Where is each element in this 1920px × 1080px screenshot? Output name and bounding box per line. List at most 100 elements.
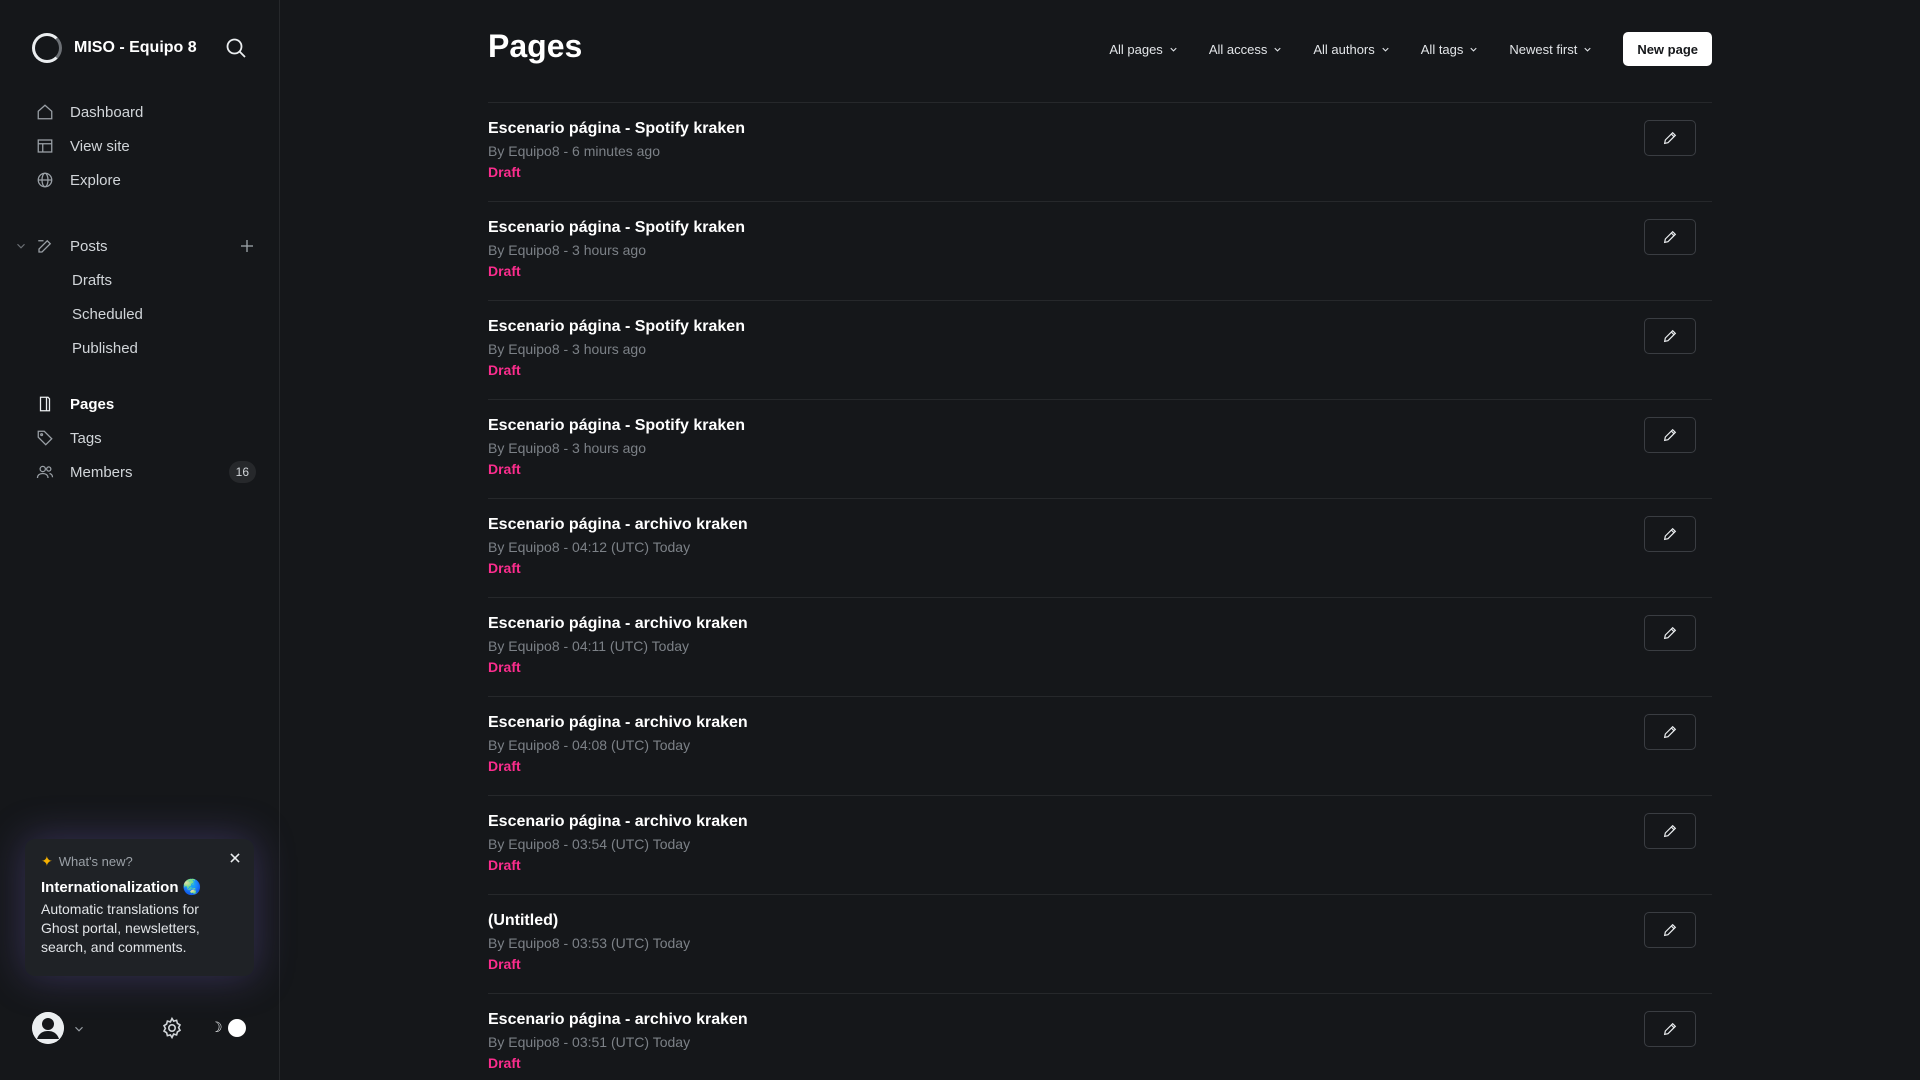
whats-new-title: Internationalization 🌏 [41, 879, 202, 896]
nav-label: Dashboard [70, 103, 144, 121]
nav-item-drafts[interactable]: Drafts [36, 263, 256, 297]
search-icon[interactable] [224, 36, 248, 60]
list-item[interactable]: Escenario página - Spotify kraken By Equ… [488, 301, 1712, 400]
pencil-icon [1663, 626, 1677, 640]
gear-icon[interactable] [160, 1016, 184, 1040]
nav-item-tags[interactable]: Tags [36, 421, 256, 455]
nav-label: Tags [70, 429, 102, 447]
page-meta: By Equipo8 - 3 hours ago [488, 341, 646, 357]
list-item[interactable]: Escenario página - Spotify kraken By Equ… [488, 202, 1712, 301]
edit-button[interactable] [1644, 219, 1696, 255]
page-icon [36, 395, 54, 413]
page-meta: By Equipo8 - 03:54 (UTC) Today [488, 836, 691, 852]
edit-button[interactable] [1644, 615, 1696, 651]
nav-label: Members [70, 463, 133, 481]
nav-label: View site [70, 137, 130, 155]
page-meta: By Equipo8 - 6 minutes ago [488, 143, 660, 159]
status-badge: Draft [488, 758, 521, 774]
main-nav: Dashboard View site Explore [36, 95, 256, 197]
pencil-icon [1663, 725, 1677, 739]
chevron-down-icon[interactable] [72, 1022, 86, 1036]
pencil-icon [1663, 824, 1677, 838]
theme-toggle[interactable]: ☽ [204, 1017, 248, 1039]
list-item[interactable]: Escenario página - Spotify kraken By Equ… [488, 400, 1712, 499]
filter-pages[interactable]: All pages [1109, 42, 1178, 57]
sparkle-icon: ✦ [41, 853, 53, 869]
edit-icon [36, 237, 54, 255]
pencil-icon [1663, 1022, 1677, 1036]
chevron-down-icon [1584, 47, 1591, 52]
content-nav: Posts Drafts Scheduled Published [17, 229, 256, 365]
edit-button[interactable] [1644, 516, 1696, 552]
list-item[interactable]: Escenario página - archivo kraken By Equ… [488, 697, 1712, 796]
page-title: Pages [488, 28, 583, 64]
nav-label: Explore [70, 171, 121, 189]
edit-button[interactable] [1644, 120, 1696, 156]
main-content: Pages All pages All access All authors A… [488, 0, 1712, 1080]
nav-item-scheduled[interactable]: Scheduled [36, 297, 256, 331]
new-page-button[interactable]: New page [1623, 32, 1712, 66]
chevron-down-icon [1470, 47, 1478, 52]
brand-name: MISO - Equipo 8 [74, 39, 197, 56]
list-item[interactable]: (Untitled) By Equipo8 - 03:53 (UTC) Toda… [488, 895, 1712, 994]
page-title-text: Escenario página - Spotify kraken [488, 417, 745, 434]
nav-label: Posts [70, 237, 108, 255]
status-badge: Draft [488, 164, 521, 180]
status-badge: Draft [488, 857, 521, 873]
avatar[interactable] [32, 1012, 64, 1044]
nav-item-dashboard[interactable]: Dashboard [36, 95, 256, 129]
pencil-icon [1663, 527, 1677, 541]
edit-button[interactable] [1644, 912, 1696, 948]
status-badge: Draft [488, 461, 521, 477]
nav-item-members[interactable]: Members 16 [36, 455, 256, 489]
edit-button[interactable] [1644, 714, 1696, 750]
whats-new-card[interactable]: ✦ What's new? Internationalization 🌏 Aut… [25, 839, 254, 976]
page-title-text: (Untitled) [488, 912, 559, 929]
globe-icon [36, 171, 54, 189]
home-icon [36, 103, 54, 121]
nav-label: Pages [70, 395, 115, 413]
filter-access[interactable]: All access [1209, 42, 1284, 57]
nav-label: Drafts [72, 271, 113, 289]
edit-button[interactable] [1644, 1011, 1696, 1047]
list-item[interactable]: Escenario página - archivo kraken By Equ… [488, 994, 1712, 1080]
nav-item-published[interactable]: Published [36, 331, 256, 365]
pencil-icon [1663, 428, 1677, 442]
add-post-icon[interactable] [238, 237, 256, 255]
list-item[interactable]: Escenario página - archivo kraken By Equ… [488, 598, 1712, 697]
sidebar: MISO - Equipo 8 Dashboard View site Expl… [0, 0, 280, 1080]
pencil-icon [1663, 131, 1677, 145]
status-badge: Draft [488, 1055, 521, 1071]
list-item[interactable]: Escenario página - Spotify kraken By Equ… [488, 103, 1712, 202]
chevron-down-icon[interactable] [14, 239, 28, 253]
list-item[interactable]: Escenario página - archivo kraken By Equ… [488, 796, 1712, 895]
edit-button[interactable] [1644, 318, 1696, 354]
status-badge: Draft [488, 263, 521, 279]
nav-item-view-site[interactable]: View site [36, 129, 256, 163]
page-meta: By Equipo8 - 03:51 (UTC) Today [488, 1034, 691, 1050]
nav-label: Scheduled [72, 305, 143, 323]
tag-icon [36, 429, 54, 447]
nav-item-posts[interactable]: Posts [17, 229, 256, 263]
edit-button[interactable] [1644, 417, 1696, 453]
page-meta: By Equipo8 - 03:53 (UTC) Today [488, 935, 691, 951]
status-badge: Draft [488, 956, 521, 972]
pencil-icon [1663, 923, 1677, 937]
toggle-knob [228, 1019, 246, 1037]
page-meta: By Equipo8 - 04:12 (UTC) Today [488, 539, 691, 555]
nav-item-pages[interactable]: Pages [36, 387, 256, 421]
sort-order[interactable]: Newest first [1509, 42, 1593, 57]
nav-item-explore[interactable]: Explore [36, 163, 256, 197]
close-icon[interactable] [228, 851, 242, 865]
edit-button[interactable] [1644, 813, 1696, 849]
brand[interactable]: MISO - Equipo 8 [32, 33, 197, 63]
status-badge: Draft [488, 362, 521, 378]
page-title-text: Escenario página - Spotify kraken [488, 219, 745, 236]
filter-authors[interactable]: All authors [1313, 42, 1390, 57]
page-meta: By Equipo8 - 3 hours ago [488, 242, 646, 258]
filter-bar: All pages All access All authors All tag… [1109, 32, 1712, 66]
site-nav: Pages Tags Members 16 [36, 387, 256, 489]
filter-tags[interactable]: All tags [1421, 42, 1480, 57]
list-item[interactable]: Escenario página - archivo kraken By Equ… [488, 499, 1712, 598]
page-title-text: Escenario página - Spotify kraken [488, 120, 745, 137]
